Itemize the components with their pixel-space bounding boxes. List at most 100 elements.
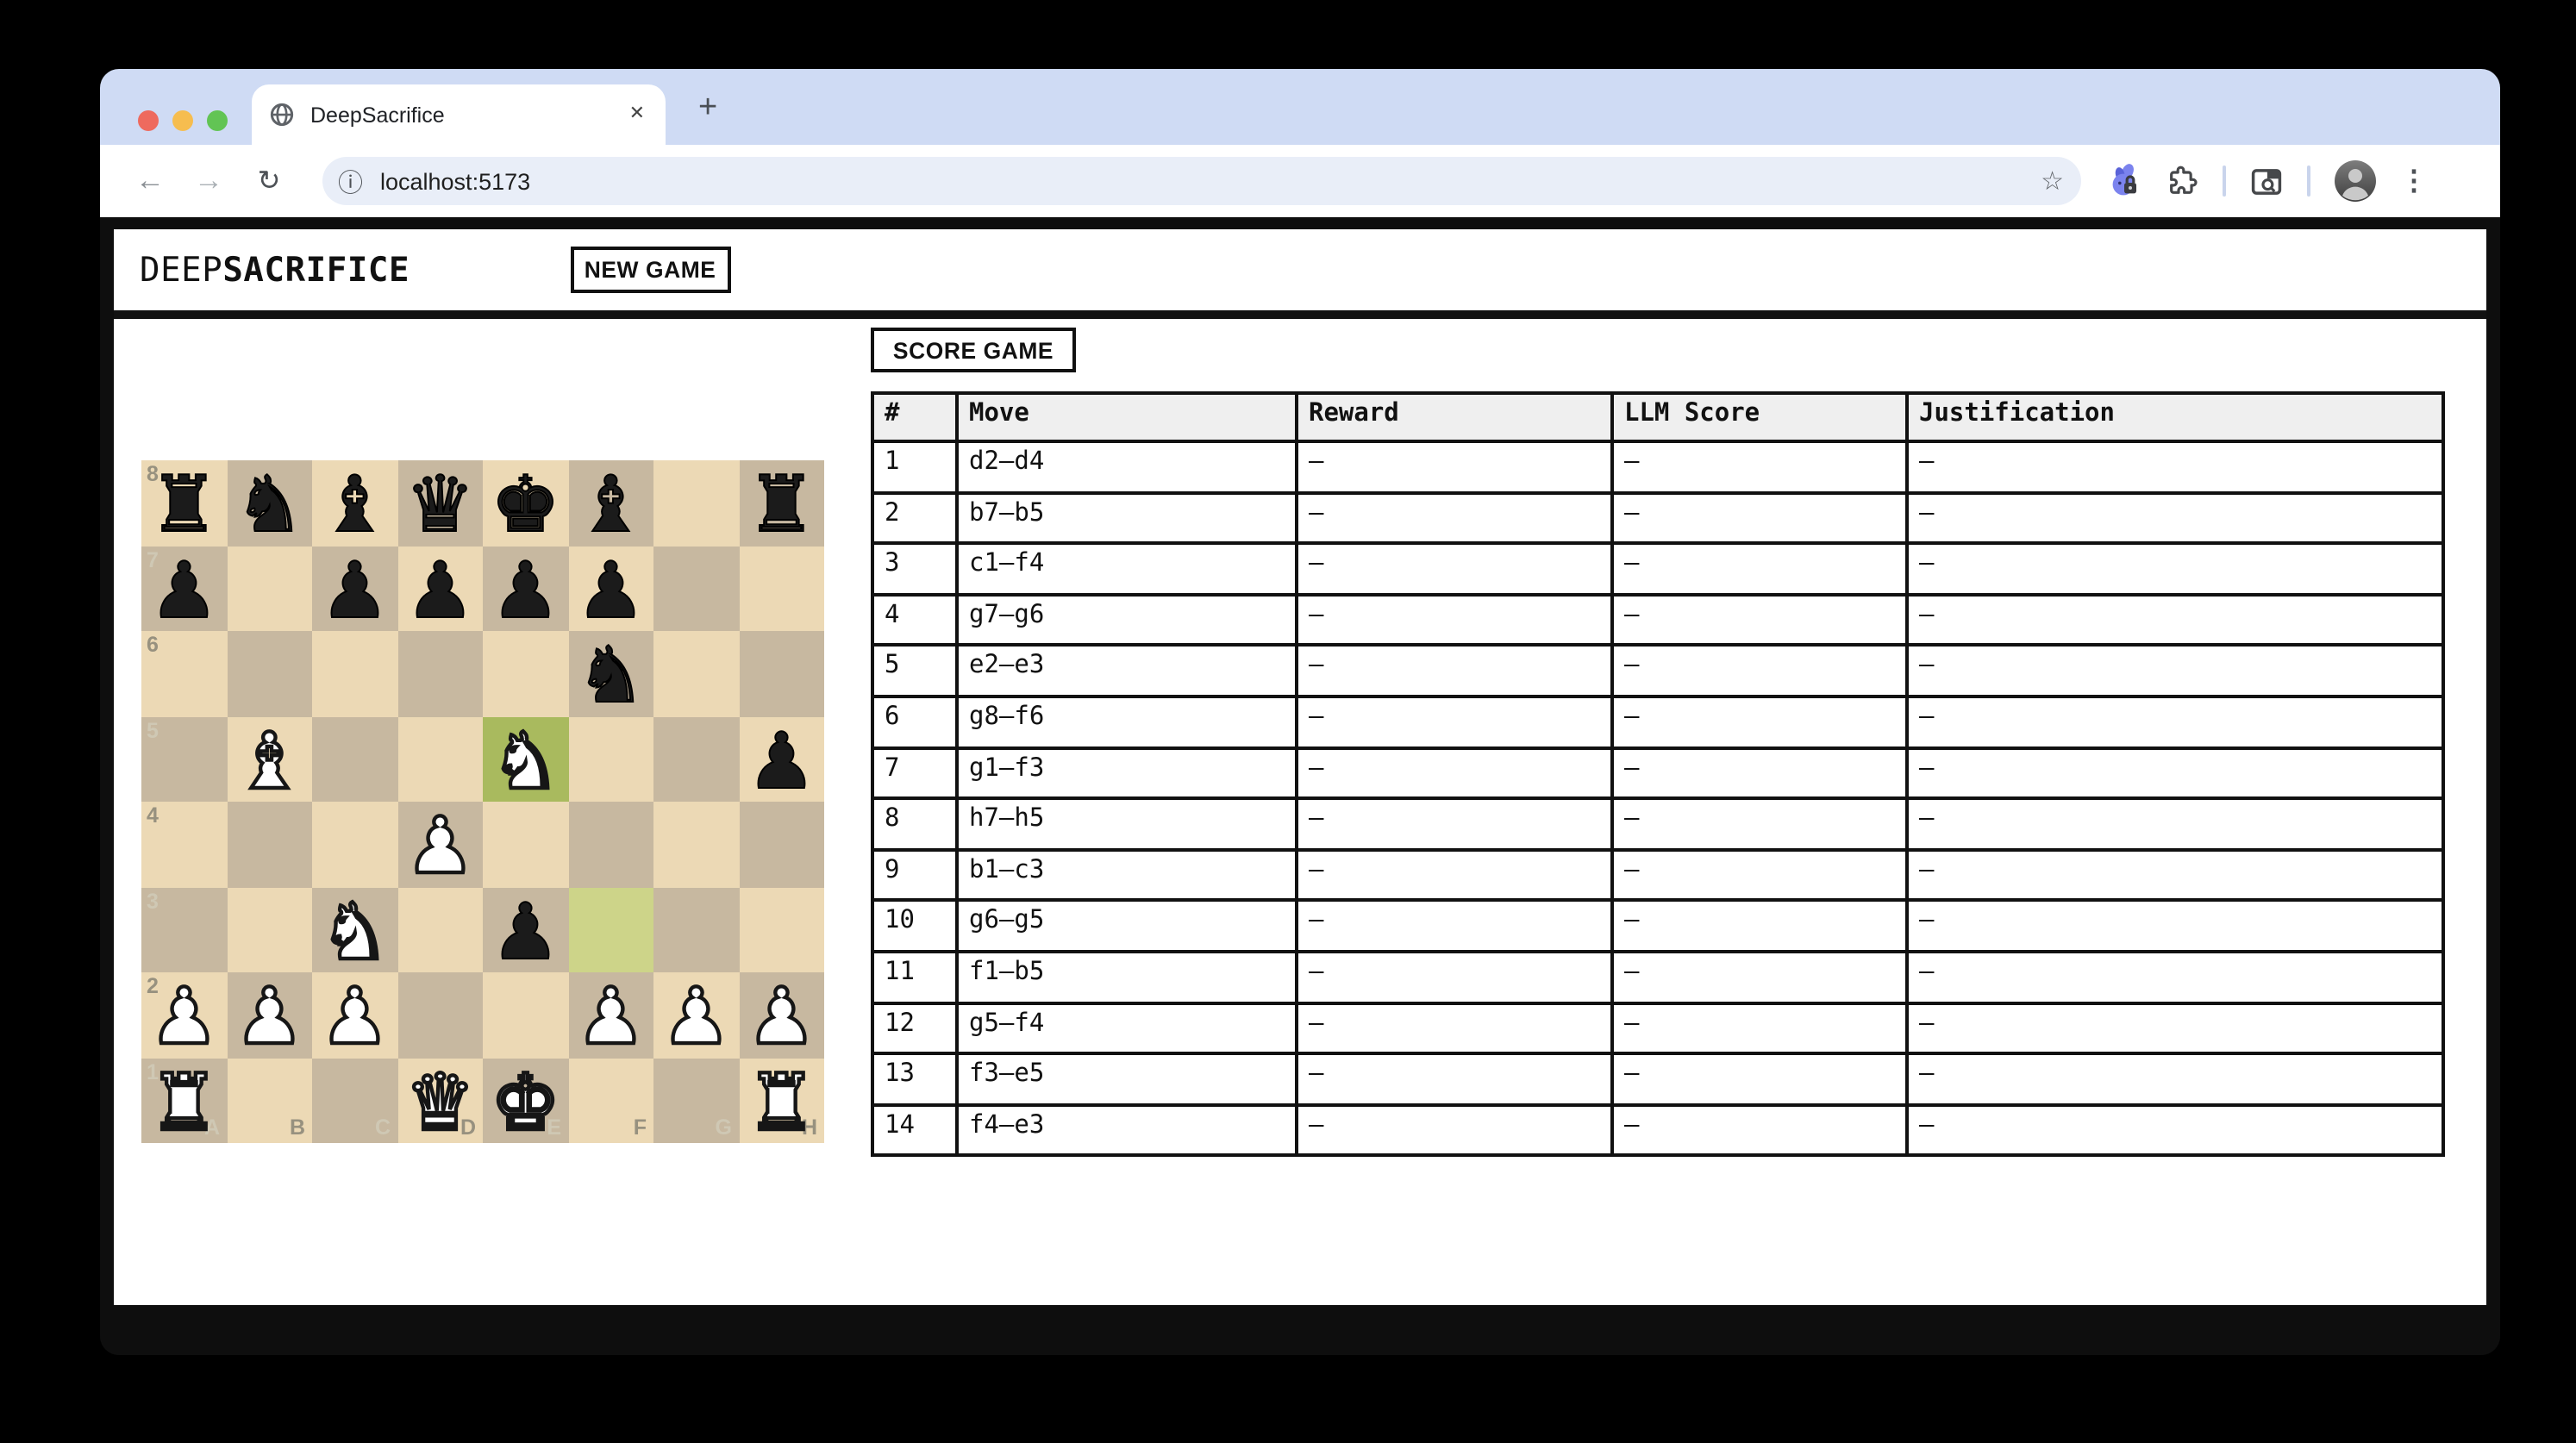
square-e8[interactable]: ♚ [483,460,568,548]
square-g1[interactable]: G [653,1058,739,1143]
square-f5[interactable] [568,716,653,802]
square-c8[interactable]: ♝ [312,460,397,548]
square-e3[interactable]: ♟ [483,887,568,975]
column-header: LLM Score [1610,391,1909,443]
new-game-button[interactable]: NEW GAME [570,247,731,293]
table-header-row: # Move Reward LLM Score Justification [871,391,2445,443]
bookmark-star-icon[interactable]: ☆ [2041,166,2064,197]
zoom-window-button[interactable] [207,110,228,131]
minimize-window-button[interactable] [172,110,193,131]
square-h6[interactable] [739,631,824,716]
app-header: DEEPSACRIFICE NEW GAME [114,229,2486,310]
forward-icon[interactable]: → [186,164,231,198]
tab-search-icon[interactable] [2248,163,2285,199]
profile-avatar[interactable] [2333,159,2378,203]
square-f1[interactable]: F [568,1058,653,1143]
extensions-puzzle-icon[interactable] [2166,164,2200,198]
reload-icon[interactable]: ↻ [247,164,291,198]
kebab-menu-icon[interactable]: ⋮ [2400,164,2428,198]
piece-black: ♝ [575,459,647,550]
piece-white: ♚ [489,1056,562,1147]
new-tab-button[interactable]: + [698,91,717,124]
square-f2[interactable]: ♟ [568,971,653,1062]
square-c7[interactable]: ♟ [312,546,397,634]
cell-justification: – [1905,592,2445,647]
cell-move: f4–e3 [955,1103,1298,1158]
cell-reward: – [1295,541,1614,597]
square-b4[interactable] [227,802,312,887]
square-f6[interactable]: ♞ [568,631,653,719]
square-d3[interactable] [397,887,483,972]
cell-reward: – [1295,490,1614,546]
square-e1[interactable]: E ♚ [483,1056,568,1147]
square-b1[interactable]: B [227,1058,312,1143]
square-h7[interactable] [739,546,824,631]
square-g5[interactable] [653,716,739,802]
square-e2[interactable] [483,972,568,1058]
square-a3[interactable]: 3 [141,887,227,972]
square-f7[interactable]: ♟ [568,546,653,634]
url-bar[interactable]: ⓘ localhost:5173 ☆ [322,157,2081,205]
square-c5[interactable] [312,716,397,802]
square-c2[interactable]: ♟ [312,971,397,1062]
active-tab[interactable]: DeepSacrifice ✕ [252,84,666,145]
url-text[interactable]: localhost:5173 [380,168,2041,194]
tab-close-icon[interactable]: ✕ [626,102,648,128]
square-c6[interactable] [312,631,397,716]
square-g4[interactable] [653,802,739,887]
square-c1[interactable]: C [312,1058,397,1143]
cell-justification: – [1905,643,2445,698]
square-h2[interactable]: ♟ [739,971,824,1062]
square-g3[interactable] [653,887,739,972]
square-b6[interactable] [227,631,312,716]
square-d7[interactable]: ♟ [397,546,483,634]
square-h8[interactable]: ♜ [739,460,824,548]
square-b3[interactable] [227,887,312,972]
square-f4[interactable] [568,802,653,887]
square-a7[interactable]: 7 ♟ [141,546,227,634]
square-g6[interactable] [653,631,739,716]
square-a1[interactable]: 1 A ♜ [141,1056,227,1147]
square-h4[interactable] [739,802,824,887]
square-a5[interactable]: 5 [141,716,227,802]
square-h1[interactable]: H ♜ [739,1056,824,1147]
browser-toolbar: ← → ↻ ⓘ localhost:5173 ☆ ⋮ [100,145,2500,217]
square-d1[interactable]: D ♛ [397,1056,483,1147]
square-d2[interactable] [397,972,483,1058]
square-d4[interactable]: ♟ [397,800,483,891]
square-g8[interactable] [653,460,739,546]
square-e7[interactable]: ♟ [483,546,568,634]
close-window-button[interactable] [138,110,159,131]
cell-reward: – [1295,694,1614,750]
square-h5[interactable]: ♟ [739,716,824,804]
square-f3[interactable] [568,887,653,972]
square-b5[interactable]: ♝ [227,715,312,806]
score-game-button[interactable]: SCORE GAME [871,328,1076,372]
cell-justification: – [1905,949,2445,1005]
square-d5[interactable] [397,716,483,802]
square-c3[interactable]: ♞ [312,885,397,977]
square-a8[interactable]: 8 ♜ [141,460,227,548]
site-info-icon[interactable]: ⓘ [338,163,363,199]
square-g2[interactable]: ♟ [653,971,739,1062]
square-h3[interactable] [739,887,824,972]
square-b2[interactable]: ♟ [227,971,312,1062]
square-d6[interactable] [397,631,483,716]
square-e6[interactable] [483,631,568,716]
table-row: 4 g7–g6 – – – [871,592,2445,647]
back-icon[interactable]: ← [128,164,172,198]
square-a4[interactable]: 4 [141,802,227,887]
square-c4[interactable] [312,802,397,887]
square-f8[interactable]: ♝ [568,459,653,550]
square-d8[interactable]: ♛ [397,460,483,548]
square-b7[interactable] [227,546,312,631]
rabbit-extension-icon[interactable] [2105,162,2143,200]
square-a2[interactable]: 2 ♟ [141,971,227,1062]
square-g7[interactable] [653,546,739,631]
table-row: 3 c1–f4 – – – [871,541,2445,597]
square-e4[interactable] [483,802,568,887]
square-b8[interactable]: ♞ [227,460,312,548]
square-a6[interactable]: 6 [141,631,227,716]
square-e5[interactable]: ♞ [483,715,568,806]
piece-white: ♟ [233,971,306,1062]
